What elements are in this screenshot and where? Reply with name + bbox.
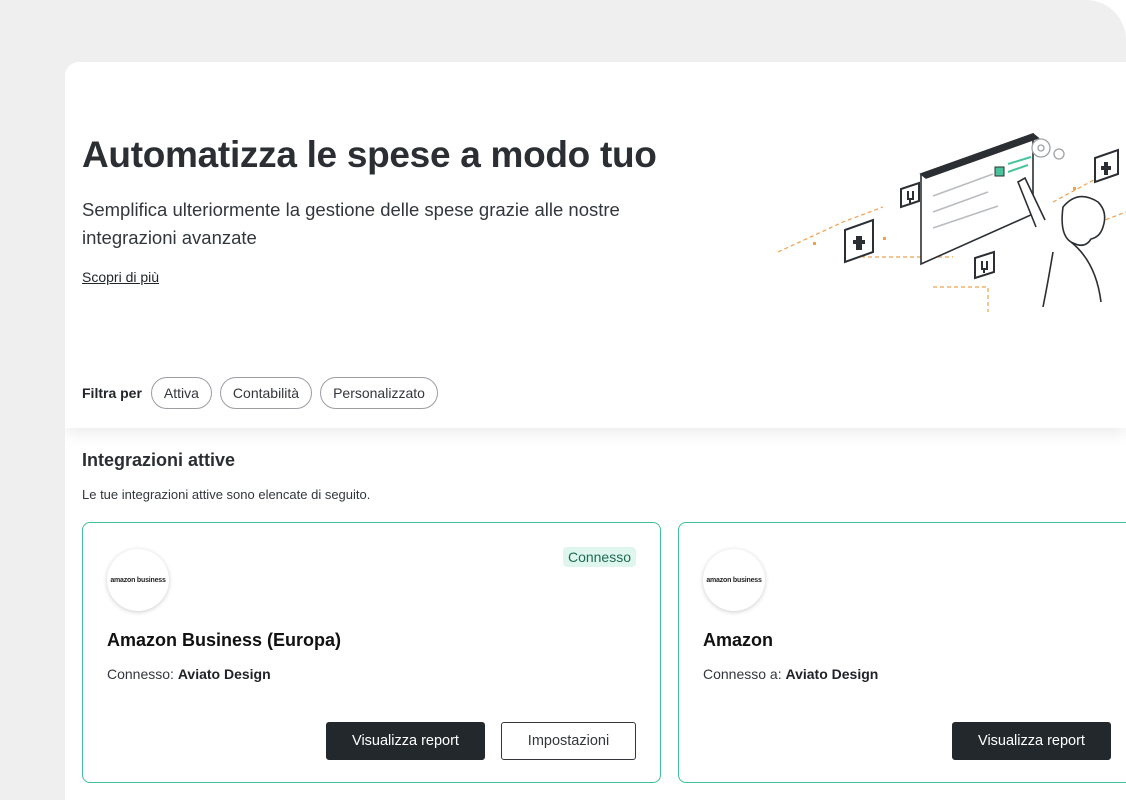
settings-button[interactable]: Impostazioni: [501, 722, 636, 760]
view-report-button[interactable]: Visualizza report: [326, 722, 485, 760]
logo-text: amazon business: [110, 576, 166, 584]
connection-info: Connesso a: Aviato Design: [703, 666, 878, 682]
card-title: Amazon: [703, 630, 774, 650]
integration-card: amazon business Amazon Connesso a: Aviat…: [678, 522, 1126, 783]
amazon-business-logo: amazon business: [703, 549, 765, 611]
connection-account: Aviato Design: [177, 666, 271, 682]
view-report-button[interactable]: Visualizza report: [952, 722, 1111, 760]
learn-more-link[interactable]: Scopri di più: [82, 269, 159, 285]
gear-icon: [1031, 138, 1065, 160]
connection-account: Aviato Design: [785, 666, 879, 682]
plug-icon: [900, 181, 920, 209]
filter-chip-personalizzato[interactable]: Personalizzato: [320, 377, 438, 409]
connection-label: Connesso:: [107, 666, 174, 682]
section-title: Integrazioni attive: [82, 450, 236, 470]
logo-text: amazon business: [706, 576, 762, 584]
filter-bar: Filtra per Attiva Contabilità Personaliz…: [82, 376, 446, 410]
plug-icon: [974, 250, 995, 280]
integrations-illustration: [777, 132, 1126, 312]
section-description: Le tue integrazioni attive sono elencate…: [82, 487, 371, 502]
hero-section: Automatizza le spese a modo tuo Semplifi…: [65, 62, 1126, 428]
connection-label: Connesso a:: [703, 666, 782, 682]
main-panel: Automatizza le spese a modo tuo Semplifi…: [65, 62, 1126, 800]
page-title: Automatizza le spese a modo tuo: [82, 134, 657, 175]
filter-chip-attiva[interactable]: Attiva: [150, 377, 212, 409]
filter-chip-contabilita[interactable]: Contabilità: [219, 377, 313, 409]
integration-card: amazon business Connesso Amazon Business…: [82, 522, 661, 783]
puzzle-icon: [844, 218, 874, 264]
status-badge: Connesso: [562, 547, 636, 567]
hero-subtitle: Semplifica ulteriormente la gestione del…: [82, 199, 620, 248]
amazon-business-logo: amazon business: [107, 549, 169, 611]
puzzle-icon: [1094, 148, 1119, 184]
app-background: Automatizza le spese a modo tuo Semplifi…: [0, 0, 1126, 800]
connection-info: Connesso: Aviato Design: [107, 666, 271, 682]
card-title: Amazon Business (Europa): [107, 630, 342, 650]
filter-label: Filtra per: [82, 385, 142, 401]
